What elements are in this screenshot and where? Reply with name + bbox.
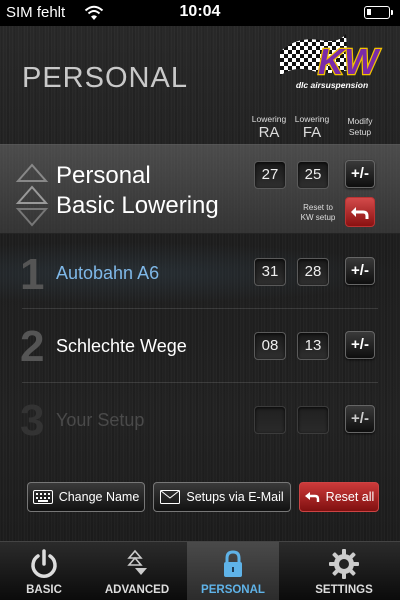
setup-number: 1 bbox=[20, 250, 45, 299]
column-header-ra: Lowering RA bbox=[246, 114, 292, 141]
base-ra-value: 27 bbox=[254, 161, 286, 189]
setup-ra-value: 08 bbox=[254, 332, 286, 360]
column-fa-label: FA bbox=[302, 124, 322, 141]
setup-row-3[interactable]: 3 Your Setup +/- bbox=[0, 390, 400, 454]
setup-fa-value: 13 bbox=[297, 332, 329, 360]
tab-advanced-label: ADVANCED bbox=[104, 584, 170, 596]
battery-icon bbox=[364, 6, 393, 19]
tab-bar: BASIC ADVANCED PERSONAL SETTINGS bbox=[0, 541, 400, 600]
setup-name: Your Setup bbox=[56, 410, 145, 430]
email-setups-button[interactable]: Setups via E-Mail bbox=[153, 482, 291, 512]
setup-name: Autobahn A6 bbox=[56, 263, 160, 283]
base-title-line1: Personal bbox=[56, 162, 151, 189]
setup-fa-value bbox=[297, 406, 329, 434]
setup-number: 2 bbox=[20, 322, 45, 371]
status-bar: SIM fehlt 10:04 bbox=[0, 0, 400, 26]
setup-name: Schlechte Wege bbox=[56, 336, 187, 356]
tab-basic[interactable]: BASIC bbox=[0, 542, 88, 600]
column-header-fa: Lowering FA bbox=[289, 114, 335, 141]
column-modify-line2: Setup bbox=[348, 127, 372, 137]
tab-settings-label: SETTINGS bbox=[315, 584, 373, 596]
undo-arrow-icon bbox=[304, 492, 319, 502]
email-setups-label: Setups via E-Mail bbox=[186, 490, 284, 504]
app-screen: SIM fehlt 10:04 PERSONAL KW dlc airsuspe… bbox=[0, 0, 400, 600]
lowering-arrows-icon bbox=[15, 163, 49, 227]
column-ra-label: RA bbox=[258, 124, 280, 141]
envelope-icon bbox=[160, 490, 181, 504]
undo-arrow-icon bbox=[351, 207, 369, 219]
base-modify-button[interactable]: +/- bbox=[345, 160, 375, 188]
row-divider bbox=[22, 382, 378, 383]
lock-icon bbox=[224, 550, 242, 577]
reset-kw-label-line1: Reset to bbox=[303, 203, 333, 212]
tab-settings[interactable]: SETTINGS bbox=[300, 542, 388, 600]
setup-modify-button[interactable]: +/- bbox=[345, 257, 375, 285]
status-time: 10:04 bbox=[179, 3, 221, 20]
setup-ra-value: 31 bbox=[254, 258, 286, 286]
row-divider bbox=[22, 308, 378, 309]
column-header-modify: Modify Setup bbox=[338, 116, 382, 138]
base-title-line2: Basic Lowering bbox=[56, 192, 219, 219]
column-ra-small: Lowering bbox=[251, 114, 287, 124]
reset-kw-label: Reset to KW setup bbox=[292, 203, 344, 223]
setup-row-1[interactable]: 1 Autobahn A6 31 28 +/- bbox=[0, 242, 400, 306]
logo-tagline: dlc airsuspension bbox=[295, 80, 369, 90]
tab-basic-label: BASIC bbox=[26, 584, 62, 596]
setup-ra-value bbox=[254, 406, 286, 434]
setup-row-2[interactable]: 2 Schlechte Wege 08 13 +/- bbox=[0, 316, 400, 380]
base-title: Personal Basic Lowering bbox=[56, 161, 219, 221]
base-lowering-row[interactable]: Personal Basic Lowering 27 25 +/- Reset … bbox=[0, 144, 400, 234]
change-name-button[interactable]: Change Name bbox=[27, 482, 145, 512]
svg-text:KW: KW bbox=[318, 41, 381, 82]
reset-kw-label-line2: KW setup bbox=[300, 213, 336, 222]
column-fa-small: Lowering bbox=[294, 114, 330, 124]
gear-icon bbox=[329, 549, 359, 579]
reset-all-label: Reset all bbox=[325, 490, 375, 504]
lowering-arrows-icon bbox=[127, 549, 147, 575]
tab-personal[interactable]: PERSONAL bbox=[187, 542, 279, 600]
tab-advanced[interactable]: ADVANCED bbox=[93, 542, 181, 600]
setup-number: 3 bbox=[20, 396, 45, 445]
reset-all-button[interactable]: Reset all bbox=[299, 482, 379, 512]
setup-fa-value: 28 bbox=[297, 258, 329, 286]
keyboard-icon bbox=[32, 490, 53, 504]
reset-kw-button[interactable] bbox=[345, 197, 375, 227]
change-name-label: Change Name bbox=[58, 490, 140, 504]
setup-modify-button[interactable]: +/- bbox=[345, 331, 375, 359]
column-modify-line1: Modify bbox=[347, 116, 373, 126]
setup-modify-button[interactable]: +/- bbox=[345, 405, 375, 433]
power-icon bbox=[31, 549, 57, 578]
tab-personal-label: PERSONAL bbox=[201, 584, 265, 596]
page-title: PERSONAL bbox=[22, 62, 188, 94]
base-fa-value: 25 bbox=[297, 161, 329, 189]
